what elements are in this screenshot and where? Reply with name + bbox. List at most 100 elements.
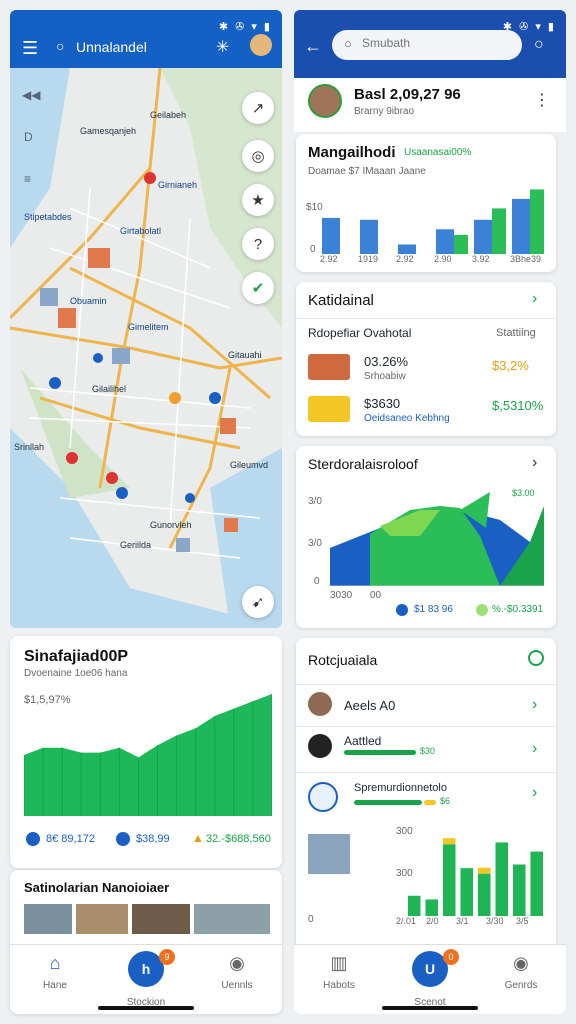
list-row[interactable]: 03.26% Srhoabiw $3,2% [296, 350, 556, 390]
activity-row[interactable]: Aattled $30 › [296, 728, 556, 772]
legend-dot-icon [396, 604, 408, 616]
area-card-subtitle: Dvoenaine 1oe06 hana [24, 668, 128, 679]
nav-reports[interactable]: ▥ Habots [304, 953, 374, 991]
info-icon[interactable] [528, 650, 544, 666]
profile-row[interactable]: Basl 2,09,27 96 Brarny 9ibrao ⋮ [294, 78, 566, 132]
compass-icon[interactable]: ↗ [242, 92, 274, 124]
nav-users-label: Uennls [221, 980, 253, 991]
map-label: Gamesqanjeh [80, 126, 137, 136]
map-label: Gilailihel [92, 384, 127, 394]
map-label: Geriilda [120, 540, 152, 550]
layers-icon[interactable]: ◎ [242, 140, 274, 172]
row-value: $3,2% [492, 358, 529, 373]
avatar [308, 84, 342, 118]
bar-chart [322, 189, 544, 254]
map-tool-icon[interactable]: D [24, 130, 33, 144]
chevron-right-icon[interactable]: › [532, 454, 537, 472]
bar-cap [443, 838, 456, 845]
nav-badge: 0 [443, 949, 459, 965]
left-bottom-nav: ⌂ Hane h 9 Stockion ◉ Uennls [10, 944, 282, 1014]
bar [495, 842, 508, 916]
list-card: Katidainal › Rdopefiar Ovahotal Stattiin… [296, 282, 556, 436]
search-field-icon: ○ [344, 36, 352, 51]
search-icon[interactable]: ○ [56, 38, 64, 54]
search-icon[interactable]: ○ [534, 36, 544, 54]
nav-users[interactable]: ◉ Uennls [202, 953, 272, 991]
legend-dot-icon [116, 832, 130, 846]
progress-bar [424, 800, 436, 805]
x-tick-label: 3030 [330, 590, 353, 601]
nav-stock[interactable]: h 9 Stockion [111, 949, 181, 1008]
map-view[interactable]: Gamesqanjeh Geilabeh Girnianeh Girtabola… [10, 68, 282, 628]
map-label: Obuamin [70, 296, 107, 306]
gallery-image[interactable] [194, 904, 270, 934]
right-bottom-nav: ▥ Habots U 0 Scenot ◉ Genrds [294, 944, 566, 1014]
left-app: ✱ ✇ ▾ ▮ ☰ ○ Unnalandel ✳ Gamesqanjeh Gei… [10, 10, 282, 1014]
x-tick-label: 2/.01 [396, 916, 417, 926]
notification-icon[interactable]: ✳ [216, 37, 229, 57]
map-tool-icon[interactable]: ≡ [24, 172, 31, 186]
x-tick-label: 2/0 [426, 916, 439, 926]
footer-value: $38,99 [136, 833, 170, 845]
y-tick-label: 0 [314, 576, 320, 587]
star-icon[interactable]: ★ [242, 184, 274, 216]
y-tick-label: 0 [310, 244, 316, 255]
bar [408, 895, 421, 916]
home-indicator [98, 1006, 194, 1010]
activity-card: Rotcjuaiala Aeels A0 › Aattled $30 › Spr… [296, 638, 556, 958]
activity-row[interactable]: Spremurdionnetolo $6 › [296, 776, 556, 822]
bar [530, 189, 544, 254]
tag: $3.00 [512, 488, 535, 498]
right-top-bar: ✱ ✇ ▾ ▮ ← ○ ○ [294, 10, 566, 78]
nav-scan[interactable]: U 0 Scenot [395, 949, 465, 1008]
nav-home-label: Hane [43, 980, 67, 991]
footer-value: 8€ 89,172 [46, 833, 95, 845]
y-tick-label: 3/0 [308, 538, 322, 549]
bar [513, 864, 526, 916]
search-field[interactable]: ○ [332, 30, 522, 60]
chevron-right-icon[interactable]: › [532, 290, 537, 308]
bar-card-tag: Usaanasai00% [404, 147, 472, 158]
gallery-image[interactable] [24, 904, 72, 934]
col-header: Rdopefiar Ovahotal [308, 326, 412, 340]
activity-row[interactable]: Aeels A0 › [296, 686, 556, 726]
row-sub: Oeidsaneo Kebhng [364, 413, 450, 424]
bar [454, 235, 468, 254]
user-icon: ◉ [229, 953, 245, 973]
more-icon[interactable]: ⋮ [534, 90, 550, 110]
map-label: Geilabeh [150, 110, 187, 120]
row-thumb [308, 354, 350, 380]
x-tick-label: 2.90 [434, 254, 452, 264]
activity-value: $30 [420, 746, 436, 756]
locate-icon[interactable]: ➹ [242, 586, 274, 618]
gallery-image[interactable] [132, 904, 190, 934]
map-tool-icon[interactable]: ◀◀ [22, 88, 40, 102]
bar-card-subtitle: Doamae $7 IMaaan Jaane [308, 166, 426, 177]
avatar[interactable] [250, 34, 272, 56]
back-arrow-icon[interactable]: ← [304, 36, 322, 57]
x-tick-label: 1919 [358, 254, 379, 264]
chevron-right-icon: › [532, 696, 538, 713]
bar [474, 219, 492, 254]
bar [425, 899, 438, 916]
nav-cards[interactable]: ◉ Genrds [486, 953, 556, 991]
x-axis-labels: 2.92 1919 2.92 2.90 3.92 3Bhe39 [320, 254, 548, 268]
nav-home[interactable]: ⌂ Hane [20, 953, 90, 991]
y-tick-label: 0 [308, 914, 314, 925]
bar [492, 208, 506, 254]
menu-icon[interactable]: ☰ [22, 38, 38, 59]
map-label: Girtabolatl [120, 226, 162, 236]
map-label: Gitauahi [228, 350, 262, 360]
x-tick-label: 2.92 [320, 254, 338, 264]
reports-icon: ▥ [330, 953, 348, 973]
help-icon[interactable]: ? [242, 228, 274, 260]
x-tick-label: 00 [370, 590, 382, 601]
divider [296, 318, 556, 319]
check-icon[interactable]: ✔ [242, 272, 274, 304]
area-chart-card: Sinafajiad00P Dvoenaine 1oe06 hana $1,5,… [10, 636, 282, 868]
gallery-image[interactable] [76, 904, 128, 934]
photo[interactable] [308, 834, 350, 874]
search-input[interactable] [362, 36, 512, 50]
bar [398, 244, 416, 254]
list-row[interactable]: $3630 Oeidsaneo Kebhng $,5310% [296, 392, 556, 432]
